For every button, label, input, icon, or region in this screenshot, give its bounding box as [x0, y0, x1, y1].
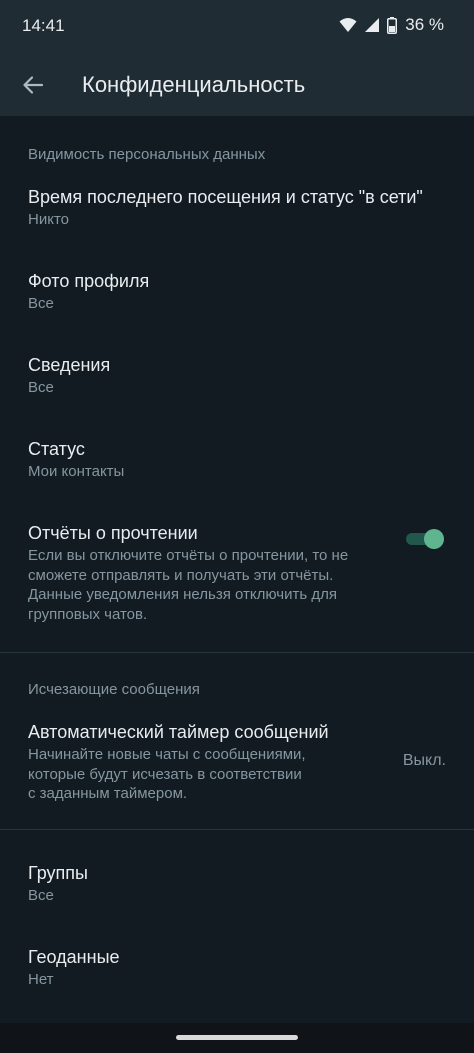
app-bar: Конфиденциальность	[0, 52, 474, 116]
setting-title: Группы	[28, 863, 88, 883]
setting-value: Нет	[28, 971, 54, 988]
wifi-icon	[339, 17, 357, 33]
description-line: групповых чатов.	[28, 605, 148, 623]
timer-description: Начинайте новые чаты с сообщениями, кото…	[28, 745, 306, 804]
description-line: Данные уведомления нельзя отключить для	[28, 586, 337, 603]
section-header-visibility: Видимость персональных данных	[28, 146, 266, 163]
setting-about[interactable]: Сведения Все	[0, 340, 474, 416]
setting-live-location[interactable]: Геоданные Нет	[0, 932, 474, 1008]
setting-title: Геоданные	[28, 947, 120, 967]
setting-profile-photo[interactable]: Фото профиля Все	[0, 256, 474, 332]
description-line: Начинайте новые чаты с сообщениями,	[28, 746, 306, 763]
read-receipts-description: Если вы отключите отчёты о прочтении, то…	[28, 546, 348, 624]
page-title: Конфиденциальность	[82, 72, 306, 97]
setting-value: Все	[28, 379, 54, 396]
setting-title: Отчёты о прочтении	[28, 523, 198, 543]
battery-percent: 36 %	[405, 15, 444, 34]
setting-read-receipts[interactable]: Отчёты о прочтении Если вы отключите отч…	[0, 508, 474, 644]
description-line: сможете отправлять и получать эти отчёты…	[28, 566, 334, 584]
setting-groups[interactable]: Группы Все	[0, 848, 474, 924]
setting-last-seen[interactable]: Время последнего посещения и статус "в с…	[0, 172, 474, 248]
arrow-left-icon	[18, 76, 48, 104]
home-handle[interactable]	[176, 1035, 298, 1040]
status-icons: 36 %	[339, 15, 444, 35]
toggle-knob	[424, 529, 444, 549]
setting-default-timer[interactable]: Автоматический таймер сообщений Начинайт…	[0, 707, 474, 819]
read-receipts-toggle[interactable]	[406, 529, 444, 549]
timer-value: Выкл.	[402, 752, 446, 769]
setting-title: Автоматический таймер сообщений	[28, 722, 329, 742]
back-button[interactable]	[18, 70, 48, 100]
setting-title: Статус	[28, 439, 85, 459]
setting-value: Все	[28, 295, 54, 312]
battery-icon	[387, 16, 398, 34]
setting-value: Мои контакты	[28, 463, 125, 480]
setting-title: Фото профиля	[28, 271, 150, 291]
section-divider	[0, 829, 474, 830]
setting-status[interactable]: Статус Мои контакты	[0, 424, 474, 500]
description-line: которые будут исчезать в соответствии	[28, 765, 302, 783]
status-time: 14:41	[22, 16, 65, 35]
section-divider	[0, 652, 474, 653]
description-line: с заданным таймером.	[28, 785, 188, 802]
setting-title: Сведения	[28, 355, 111, 375]
description-line: Если вы отключите отчёты о прочтении, то…	[28, 547, 349, 564]
setting-title: Время последнего посещения и статус "в с…	[28, 187, 423, 207]
status-bar: 14:41 36 %	[0, 0, 474, 52]
navigation-bar	[0, 1023, 474, 1053]
section-header-disappearing: Исчезающие сообщения	[28, 681, 200, 698]
setting-value: Никто	[28, 211, 69, 228]
setting-value: Все	[28, 887, 54, 904]
signal-icon	[365, 18, 380, 32]
